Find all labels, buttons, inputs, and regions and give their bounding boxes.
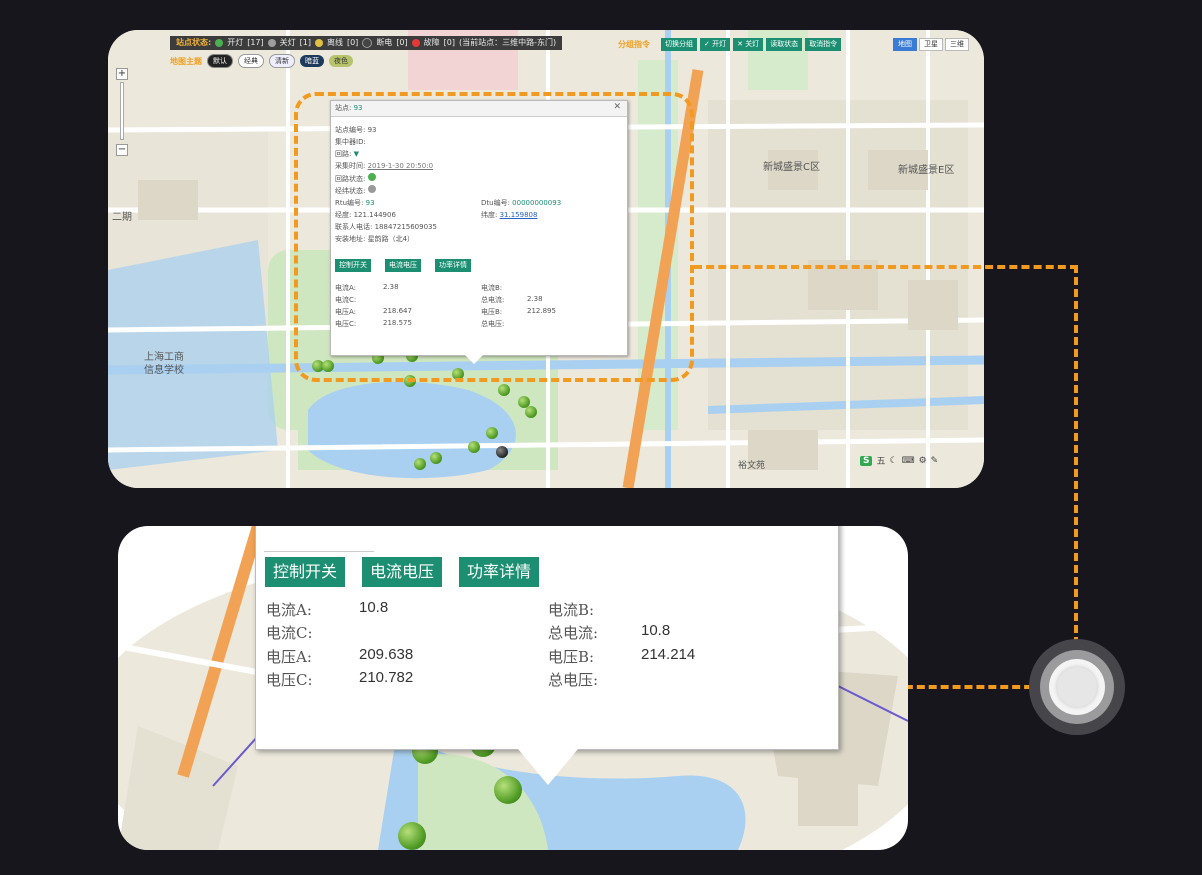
zoomed-popup-view: 控制开关 电流电压 功率详情 电流A: 10.8 电流B: 电流C: 总电流: … — [118, 526, 908, 850]
lamp-marker[interactable] — [498, 384, 510, 396]
legend-off-label[interactable]: 关灯 — [280, 36, 296, 50]
cross-icon: ✕ — [737, 40, 746, 48]
zoom-out-button[interactable]: − — [116, 144, 128, 156]
group-command-label: 分组指令 — [618, 40, 650, 49]
theme-fresh-button[interactable]: 清新 — [269, 54, 295, 68]
zoom-control: + − — [116, 68, 128, 156]
read-status-button[interactable]: 读取状态 — [766, 38, 803, 51]
legend-on-label[interactable]: 开灯 — [227, 36, 243, 50]
zoom-slider[interactable] — [120, 82, 124, 140]
input-mode-label[interactable]: 五 — [876, 454, 885, 467]
check-icon: ✓ — [704, 40, 713, 48]
voltage-b-label: 电压B: — [548, 648, 595, 666]
current-a-label: 电流A: — [266, 601, 312, 619]
status-legend: 站点状态: 开灯 [17] 关灯 [1] 离线 [0] 断电 [0] 故障 [0] (当前… — [170, 36, 563, 50]
lamp-marker[interactable] — [430, 452, 442, 464]
current-b-label: 电流B: — [548, 601, 595, 619]
tab-control-switch[interactable]: 控制开关 — [265, 557, 346, 587]
map-label-district-c: 新城盛景C区 — [763, 162, 820, 173]
map-theme-bar: 地图主题 默认 经典 清新 暗蓝 夜色 — [170, 54, 353, 68]
lamp-marker[interactable] — [468, 441, 480, 453]
map-label-district-e: 新城盛景E区 — [898, 165, 955, 176]
switch-group-button[interactable]: 切换分组 — [661, 38, 697, 51]
total-current-label: 总电流: — [548, 624, 599, 642]
moon-icon[interactable]: ☾ — [890, 456, 898, 466]
lamp-marker-off[interactable] — [496, 446, 508, 458]
popup-pointer — [518, 749, 578, 785]
settings-icon[interactable]: ⚙ — [919, 456, 927, 466]
legend-off-count: [1] — [299, 38, 311, 47]
focus-ring-core — [1057, 667, 1097, 707]
lights-off-label: 关灯 — [745, 40, 760, 48]
wrench-icon[interactable]: ✎ — [931, 456, 939, 466]
legend-fault-count: [0] — [443, 38, 455, 47]
map-type-satellite[interactable]: 卫星 — [919, 38, 943, 51]
status-label: 站点状态: — [176, 38, 212, 47]
current-a-value: 10.8 — [359, 599, 389, 616]
voltage-a-label: 电压A: — [266, 648, 312, 666]
map-label-road: 二期 — [112, 212, 132, 223]
map-toolbox: S 五 ☾ ⌨ ⚙ ✎ — [860, 454, 938, 467]
connector-line-horizontal — [694, 265, 1078, 269]
voltage-c-value: 210.782 — [359, 669, 414, 686]
tab-current-voltage[interactable]: 电流电压 — [362, 557, 443, 587]
legend-poweroff-label[interactable]: 断电 — [376, 36, 392, 50]
legend-poweroff-count: [0] — [396, 38, 408, 47]
legend-offline-label[interactable]: 离线 — [327, 36, 343, 50]
status-poweroff-icon — [362, 38, 373, 48]
keyboard-icon[interactable]: ⌨ — [902, 456, 915, 466]
group-command-bar: 分组指令 切换分组 ✓ 开灯 ✕ 关灯 读取状态 取消指令 — [618, 38, 842, 51]
zoom-in-button[interactable]: + — [116, 68, 128, 80]
tab-power-details[interactable]: 功率详情 — [459, 557, 540, 587]
focus-ring — [1029, 639, 1125, 735]
legend-offline-count: [0] — [346, 38, 359, 47]
sogou-icon[interactable]: S — [860, 455, 873, 466]
map-theme-label: 地图主题 — [170, 56, 202, 66]
status-on-icon — [215, 39, 224, 47]
current-c-label: 电流C: — [266, 624, 313, 642]
lights-on-button[interactable]: ✓ 开灯 — [700, 38, 731, 51]
map-type-map[interactable]: 地图 — [893, 38, 917, 51]
highlight-frame — [294, 92, 694, 382]
total-current-value: 10.8 — [641, 622, 671, 639]
lamp-marker[interactable] — [486, 427, 498, 439]
map-type-switch: 地图 卫星 三维 — [893, 38, 969, 51]
status-off-icon — [267, 39, 276, 47]
lights-off-button[interactable]: ✕ 关灯 — [733, 38, 764, 51]
total-voltage-label: 总电压: — [548, 671, 599, 689]
lights-on-label: 开灯 — [712, 40, 727, 48]
zoomed-site-popup: 控制开关 电流电压 功率详情 电流A: 10.8 电流B: 电流C: 总电流: … — [255, 526, 839, 785]
status-fault-icon — [411, 39, 420, 47]
legend-on-count: [17] — [247, 38, 264, 47]
map-type-3d[interactable]: 三维 — [945, 38, 969, 51]
theme-night-button[interactable]: 夜色 — [329, 55, 353, 67]
map-label-wenyuan: 裕文苑 — [738, 461, 766, 471]
voltage-c-label: 电压C: — [266, 671, 313, 689]
lamp-marker[interactable] — [525, 406, 537, 418]
voltage-a-value: 209.638 — [359, 646, 414, 663]
voltage-b-value: 214.214 — [641, 646, 696, 663]
lamp-marker[interactable] — [398, 822, 426, 850]
theme-classic-button[interactable]: 经典 — [238, 54, 264, 68]
lamp-marker[interactable] — [414, 458, 426, 470]
cancel-command-button[interactable]: 取消指令 — [805, 38, 842, 51]
theme-darkblue-button[interactable]: 暗蓝 — [300, 55, 324, 67]
current-site-label: (当前站点：三维中路-东门) — [459, 38, 557, 47]
status-offline-icon — [314, 39, 323, 47]
theme-default-button[interactable]: 默认 — [207, 54, 233, 68]
legend-fault-label[interactable]: 故障 — [424, 36, 440, 50]
divider — [264, 551, 374, 552]
connector-line-vertical — [1074, 265, 1078, 657]
map-label-school-2: 信息学校 — [144, 365, 184, 376]
